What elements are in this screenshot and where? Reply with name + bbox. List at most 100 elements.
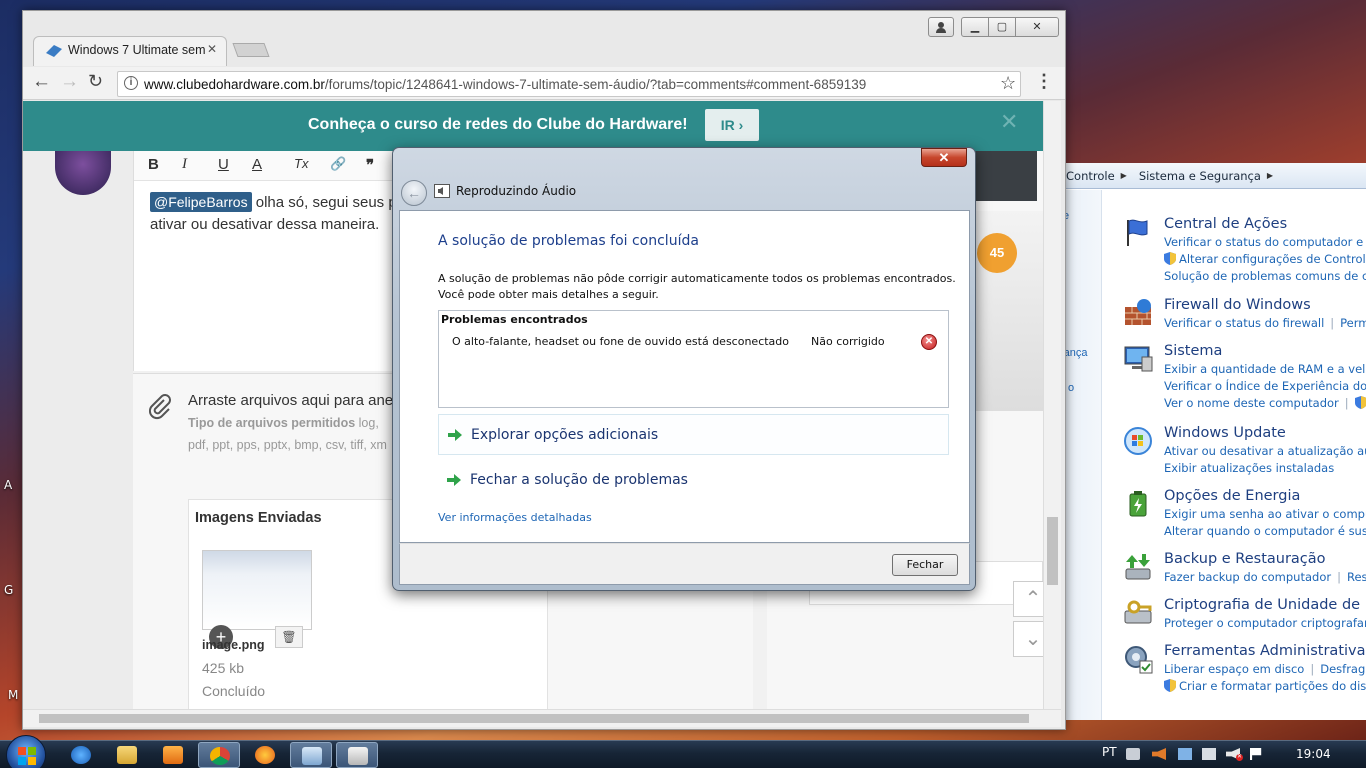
bold-button[interactable]: B xyxy=(148,156,159,173)
text-color-button[interactable]: A xyxy=(252,156,262,173)
category-link[interactable]: Permit xyxy=(1340,316,1366,330)
clear-format-button[interactable]: Tx xyxy=(294,156,308,171)
taskbar-ie[interactable] xyxy=(60,742,102,768)
chevron-right-icon[interactable]: ▶ xyxy=(1121,171,1127,180)
category-admin-tools: Ferramentas Administrativas Liberar espa… xyxy=(1125,643,1366,693)
key-drive-icon xyxy=(1124,600,1152,624)
mention-tag[interactable]: @FelipeBarros xyxy=(150,192,252,212)
category-link[interactable]: Exibir a quantidade de RAM e a velocid xyxy=(1164,362,1366,376)
maximize-button[interactable]: ▢ xyxy=(988,17,1016,37)
back-button[interactable]: ← xyxy=(401,180,427,206)
quote-button[interactable]: ❞ xyxy=(366,156,374,174)
profile-button[interactable] xyxy=(928,17,954,37)
dialog-close-button[interactable]: ✕ xyxy=(921,148,967,167)
network-icon[interactable] xyxy=(1178,748,1192,760)
ad-price-badge: 45 xyxy=(977,233,1017,273)
horizontal-scrollbar[interactable] xyxy=(23,709,1061,727)
clock[interactable]: 19:04 xyxy=(1296,747,1331,761)
vertical-scrollbar[interactable] xyxy=(1043,101,1061,709)
keyboard-icon[interactable] xyxy=(1126,748,1140,760)
breadcrumb-item-sistema[interactable]: Sistema e Segurança xyxy=(1139,169,1261,183)
action-center-flag-icon[interactable] xyxy=(1250,748,1262,760)
scrollbar-thumb[interactable] xyxy=(1047,517,1058,585)
taskbar-explorer[interactable] xyxy=(106,742,148,768)
banner-close-icon[interactable]: ✕ xyxy=(1000,109,1018,135)
category-title[interactable]: Ferramentas Administrativas xyxy=(1164,643,1366,659)
category-title[interactable]: Windows Update xyxy=(1164,425,1366,441)
taskbar-control-panel[interactable] xyxy=(290,742,332,768)
category-link[interactable]: Alterar configurações de Controle d xyxy=(1179,252,1366,266)
category-backup: Backup e Restauração Fazer backup do com… xyxy=(1125,551,1366,584)
back-arrow-icon[interactable]: ← xyxy=(32,71,51,93)
category-link[interactable]: Ativar ou desativar a atualização autom xyxy=(1164,444,1366,458)
taskbar-chrome[interactable] xyxy=(198,742,240,768)
delete-trash-icon[interactable]: 🗑 xyxy=(275,626,303,648)
category-link[interactable]: Resta xyxy=(1347,570,1366,584)
monitor-icon[interactable] xyxy=(1202,748,1216,760)
desktop-label-2[interactable]: G xyxy=(4,583,13,597)
taskbar-firefox[interactable] xyxy=(244,742,286,768)
explore-options-link[interactable]: Explorar opções adicionais xyxy=(438,414,949,455)
start-button[interactable] xyxy=(6,735,46,768)
warning-flag-icon[interactable] xyxy=(1152,748,1166,760)
category-link[interactable]: Verificar o Índice de Experiência do Wi xyxy=(1164,379,1366,393)
category-link[interactable]: Exigir uma senha ao ativar o computad xyxy=(1164,507,1366,521)
desktop-label-1[interactable]: A xyxy=(4,478,12,492)
breadcrumb-item-controle[interactable]: Controle xyxy=(1066,169,1115,183)
ad-image-product[interactable]: 45 xyxy=(967,211,1043,411)
category-link[interactable]: Exibir atualizações instaladas xyxy=(1164,461,1366,475)
category-action-center: Central de Ações Verificar o status do c… xyxy=(1127,216,1366,283)
view-details-link[interactable]: Ver informações detalhadas xyxy=(438,511,592,524)
category-title[interactable]: Backup e Restauração xyxy=(1164,551,1366,567)
tab-close-icon[interactable]: ✕ xyxy=(207,42,217,56)
reload-icon[interactable]: ↻ xyxy=(88,71,103,92)
category-link[interactable]: Liberar espaço em disco xyxy=(1164,662,1304,676)
minimize-button[interactable]: ▁ xyxy=(961,17,989,37)
language-indicator[interactable]: PT xyxy=(1102,745,1117,759)
italic-button[interactable]: I xyxy=(182,156,187,173)
underline-button[interactable]: U xyxy=(218,156,229,173)
link-button[interactable]: 🔗 xyxy=(330,156,346,172)
bookmark-star-icon[interactable]: ☆ xyxy=(1000,73,1016,94)
image-thumbnail[interactable] xyxy=(202,550,312,630)
category-link[interactable]: Fazer backup do computador xyxy=(1164,570,1331,584)
close-button[interactable]: Fechar xyxy=(892,554,958,576)
forward-arrow-icon[interactable]: → xyxy=(60,71,79,93)
hscrollbar-thumb[interactable] xyxy=(39,714,1029,723)
banner-ir-button[interactable]: IR › xyxy=(705,109,759,141)
problems-header: Problemas encontrados xyxy=(441,313,588,326)
category-link[interactable]: Criar e formatar partições do disco xyxy=(1179,679,1366,693)
address-bar[interactable]: i www.clubedohardware.com.br/forums/topi… xyxy=(117,71,1021,97)
taskbar-media-player[interactable] xyxy=(152,742,194,768)
category-title[interactable]: Sistema xyxy=(1164,343,1366,359)
taskbar-troubleshooter[interactable] xyxy=(336,742,378,768)
scroll-up-button[interactable]: ⌃ xyxy=(1013,581,1043,617)
dialog-footer: Fechar xyxy=(399,543,970,585)
scroll-down-button[interactable]: ⌄ xyxy=(1013,621,1043,657)
new-tab-button[interactable] xyxy=(232,43,270,57)
category-link[interactable]: Verificar o status do firewall xyxy=(1164,316,1324,330)
problem-description[interactable]: O alto-falante, headset ou fone de ouvid… xyxy=(452,335,789,348)
category-title[interactable]: Central de Ações xyxy=(1164,216,1366,232)
description-line1: A solução de problemas não pôde corrigir… xyxy=(438,272,956,285)
category-title[interactable]: Opções de Energia xyxy=(1164,488,1366,504)
category-link[interactable]: Desfragm xyxy=(1320,662,1366,676)
category-title[interactable]: Firewall do Windows xyxy=(1164,297,1366,313)
uploaded-title: Imagens Enviadas xyxy=(195,510,322,526)
close-troubleshooter-link[interactable]: Fechar a solução de problemas xyxy=(438,460,949,501)
menu-kebab-icon[interactable]: ⋮ xyxy=(1035,71,1053,92)
category-link[interactable]: Proteger o computador criptografando xyxy=(1164,616,1366,630)
sidebar-fragment-3[interactable]: o xyxy=(1068,382,1074,394)
category-link[interactable]: Solução de problemas comuns de con xyxy=(1164,269,1366,283)
category-link[interactable]: Alterar quando o computador é suspe xyxy=(1164,524,1366,538)
category-link[interactable]: Verificar o status do computador e reso xyxy=(1164,235,1366,249)
info-icon[interactable]: i xyxy=(124,76,138,90)
close-window-button[interactable]: ✕ xyxy=(1015,17,1059,37)
category-link[interactable]: Ver o nome deste computador xyxy=(1164,396,1339,410)
chevron-right-icon[interactable]: ▶ xyxy=(1267,171,1273,180)
browser-tab[interactable]: Windows 7 Ultimate sem xyxy=(33,36,227,66)
category-title[interactable]: Criptografia de Unidade de D xyxy=(1164,597,1366,613)
windows-update-icon xyxy=(1124,427,1152,455)
post-text-line1: olha só, segui seus p xyxy=(255,194,397,211)
desktop-label-3[interactable]: M xyxy=(8,688,18,702)
